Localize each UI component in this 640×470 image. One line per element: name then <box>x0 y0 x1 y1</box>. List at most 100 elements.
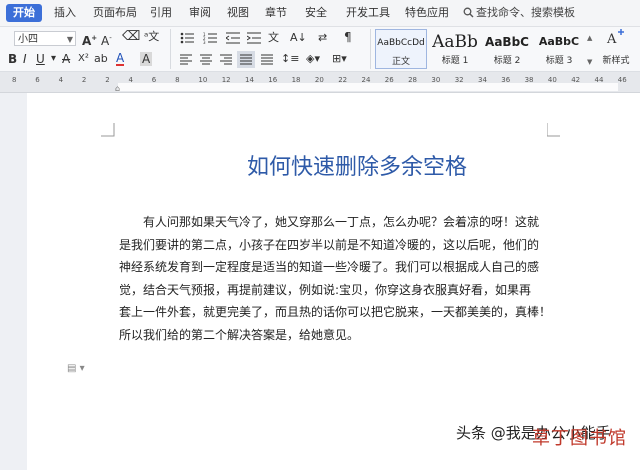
phonetic-guide-icon[interactable]: ᵃ文 <box>144 30 159 44</box>
sort-icon[interactable]: A↓ <box>290 31 307 45</box>
svg-text:A: A <box>606 32 617 47</box>
underline-icon[interactable]: U <box>36 52 45 66</box>
tab-featured[interactable]: 特色应用 <box>405 4 449 22</box>
shading-icon[interactable]: ◈▾ <box>306 52 320 66</box>
tab-developer[interactable]: 开发工具 <box>346 4 390 22</box>
align-center-icon[interactable] <box>200 54 212 65</box>
paste-options-icon[interactable]: ▤ ▾ <box>67 363 85 374</box>
ruler-tick-label: 44 <box>594 76 604 84</box>
margin-corner-mark <box>101 123 115 137</box>
search-label: 查找命令、搜索模板 <box>476 6 575 19</box>
tab-view[interactable]: 视图 <box>227 4 249 22</box>
indent-marker-icon[interactable]: ⌂ <box>115 84 120 93</box>
horizontal-ruler[interactable]: 8 6 4 2 2 4 6 8 10 12 14 16 18 20 22 24 26 28 30 32 34 36 38 40… <box>0 72 640 93</box>
svg-text:3: 3 <box>203 40 206 44</box>
document-canvas: 如何快速删除多余空格 有人问那如果天气冷了，她又穿那么一丁点，怎么办呢？会着凉的… <box>0 93 640 470</box>
tab-home[interactable]: 开始 <box>6 4 42 22</box>
ruler-tick-label: 34 <box>478 76 487 84</box>
watermark-site-text: 草丁图书馆 <box>532 428 627 449</box>
ruler-tick-label: 6 <box>151 76 157 84</box>
style-sample: AaBbCcDd <box>377 38 425 48</box>
bold-icon[interactable]: B <box>8 52 17 66</box>
tab-security[interactable]: 安全 <box>305 4 327 22</box>
ruler-tick-label: 24 <box>361 76 371 84</box>
align-right-icon[interactable] <box>220 54 232 65</box>
tab-review[interactable]: 审阅 <box>189 4 211 22</box>
justify-icon[interactable] <box>237 51 255 68</box>
style-heading-2[interactable]: AaBbC 标题 2 <box>481 29 533 69</box>
increase-indent-icon[interactable] <box>247 32 261 44</box>
text-direction-icon[interactable]: 文 <box>268 31 279 45</box>
italic-icon[interactable]: I <box>23 52 27 66</box>
style-sample: AaBb <box>432 32 478 52</box>
search-icon <box>463 7 474 18</box>
new-style-icon: A <box>606 29 624 47</box>
paragraph-line: 有人问那如果天气冷了，她又穿那么一丁点，怎么办呢？会着凉的呀！这就 <box>143 215 540 229</box>
distribute-icon[interactable] <box>261 54 273 65</box>
tab-page-layout[interactable]: 页面布局 <box>93 4 137 22</box>
ruler-tick-label: 20 <box>314 76 324 84</box>
numbered-list-icon[interactable]: 123 <box>203 32 217 44</box>
font-size-select[interactable]: 小四 ▼ <box>14 31 76 46</box>
tab-references[interactable]: 引用 <box>150 4 172 22</box>
watermark-site: 草丁图书馆 <box>532 424 627 450</box>
highlight-icon[interactable]: ab <box>94 52 108 66</box>
gallery-scroll-down-icon[interactable]: ▼ <box>587 55 592 69</box>
char-shading-icon[interactable]: A <box>140 52 153 66</box>
gallery-scroll-up-icon[interactable]: ▲ <box>587 31 592 45</box>
style-sample: AaBbC <box>485 35 529 49</box>
font-size-value: 小四 <box>18 34 38 45</box>
style-heading-3[interactable]: AaBbC 标题 3 <box>533 29 585 69</box>
style-normal[interactable]: AaBbCcDd 正文 <box>375 29 427 69</box>
style-heading-1[interactable]: AaBb 标题 1 <box>429 29 481 69</box>
align-left-icon[interactable] <box>180 54 192 65</box>
ruler-tick-label: 2 <box>105 76 110 84</box>
font-color-icon[interactable]: A <box>116 52 125 66</box>
tab-insert[interactable]: 插入 <box>54 4 76 22</box>
ruler-tick-label: 30 <box>431 76 441 84</box>
decrease-indent-icon[interactable] <box>226 32 240 44</box>
menu-bar: 开始 插入 页面布局 引用 审阅 视图 章节 安全 开发工具 特色应用 查找命令… <box>0 0 640 27</box>
ruler-tick-label: 8 <box>175 76 180 84</box>
style-label: 标题 2 <box>493 56 521 66</box>
ruler-tick-label: 22 <box>338 76 348 84</box>
line-spacing-icon[interactable]: ↕≡ <box>281 52 299 66</box>
command-search[interactable]: 查找命令、搜索模板 <box>463 4 575 22</box>
divider <box>170 29 171 69</box>
style-label: 标题 3 <box>545 56 573 66</box>
ruler-tick-label: 8 <box>12 76 17 84</box>
paragraph-line: 觉，结合天气预报，再提前建议，例如说:宝贝，你穿这身衣服真好看，如果再 <box>119 282 532 297</box>
new-style-label: 新样式 <box>602 56 630 66</box>
superscript-icon[interactable]: X² <box>78 52 89 66</box>
paragraph-line: 是我们要讲的第二点，小孩子在四岁半以前是不知道冷暖的，这以后呢，他们的 <box>119 237 540 252</box>
shrink-font-icon[interactable]: A- <box>101 31 112 48</box>
show-marks-icon[interactable]: ⇄ <box>318 31 327 45</box>
body-paragraph: 有人问那如果天气冷了，她又穿那么一丁点，怎么办呢？会着凉的呀！这就 是我们要讲的… <box>119 211 559 346</box>
document-title: 如何快速删除多余空格 <box>246 155 467 180</box>
margin-corner-mark <box>547 123 560 137</box>
document-page[interactable]: 如何快速删除多余空格 有人问那如果天气冷了，她又穿那么一丁点，怎么办呢？会着凉的… <box>27 93 640 470</box>
style-label: 标题 1 <box>441 56 469 66</box>
paragraph-line: 套上一件外套，就更完美了，而且热的话你可以把它脱来，一天都美美的，真棒！ <box>119 305 552 319</box>
ruler-tick-label: 4 <box>58 76 64 84</box>
ribbon-toolbar: 小四 ▼ A+ A- ⌫ ᵃ文 B I U ▾ A X² ab A A 123 文… <box>0 27 640 72</box>
ruler-tick-label: 42 <box>571 76 581 84</box>
paragraph-mark-icon[interactable]: ¶ <box>344 30 352 44</box>
tab-chapter[interactable]: 章节 <box>265 4 287 22</box>
bullet-list-icon[interactable] <box>180 32 194 44</box>
ruler-tick-label: 28 <box>408 76 418 84</box>
clear-format-icon[interactable]: ⌫ <box>122 30 140 44</box>
ruler-text-area <box>118 83 618 91</box>
paragraph-line: 所以我们给的第二个解决答案是，给她意见。 <box>119 327 360 342</box>
strikethrough-icon[interactable]: A <box>62 52 70 66</box>
ruler-tick-label: 10 <box>198 76 208 84</box>
grow-font-icon[interactable]: A+ <box>82 31 97 48</box>
chevron-down-icon: ▼ <box>66 35 73 44</box>
borders-icon[interactable]: ⊞▾ <box>332 52 347 66</box>
dropdown-icon[interactable]: ▾ <box>51 52 56 66</box>
divider <box>370 29 371 69</box>
ruler-tick-label: 12 <box>221 76 231 84</box>
ruler-tick-label: 6 <box>35 76 40 84</box>
new-style-button[interactable]: A 新样式 <box>596 29 636 69</box>
ruler-tick-label: 32 <box>454 76 464 84</box>
